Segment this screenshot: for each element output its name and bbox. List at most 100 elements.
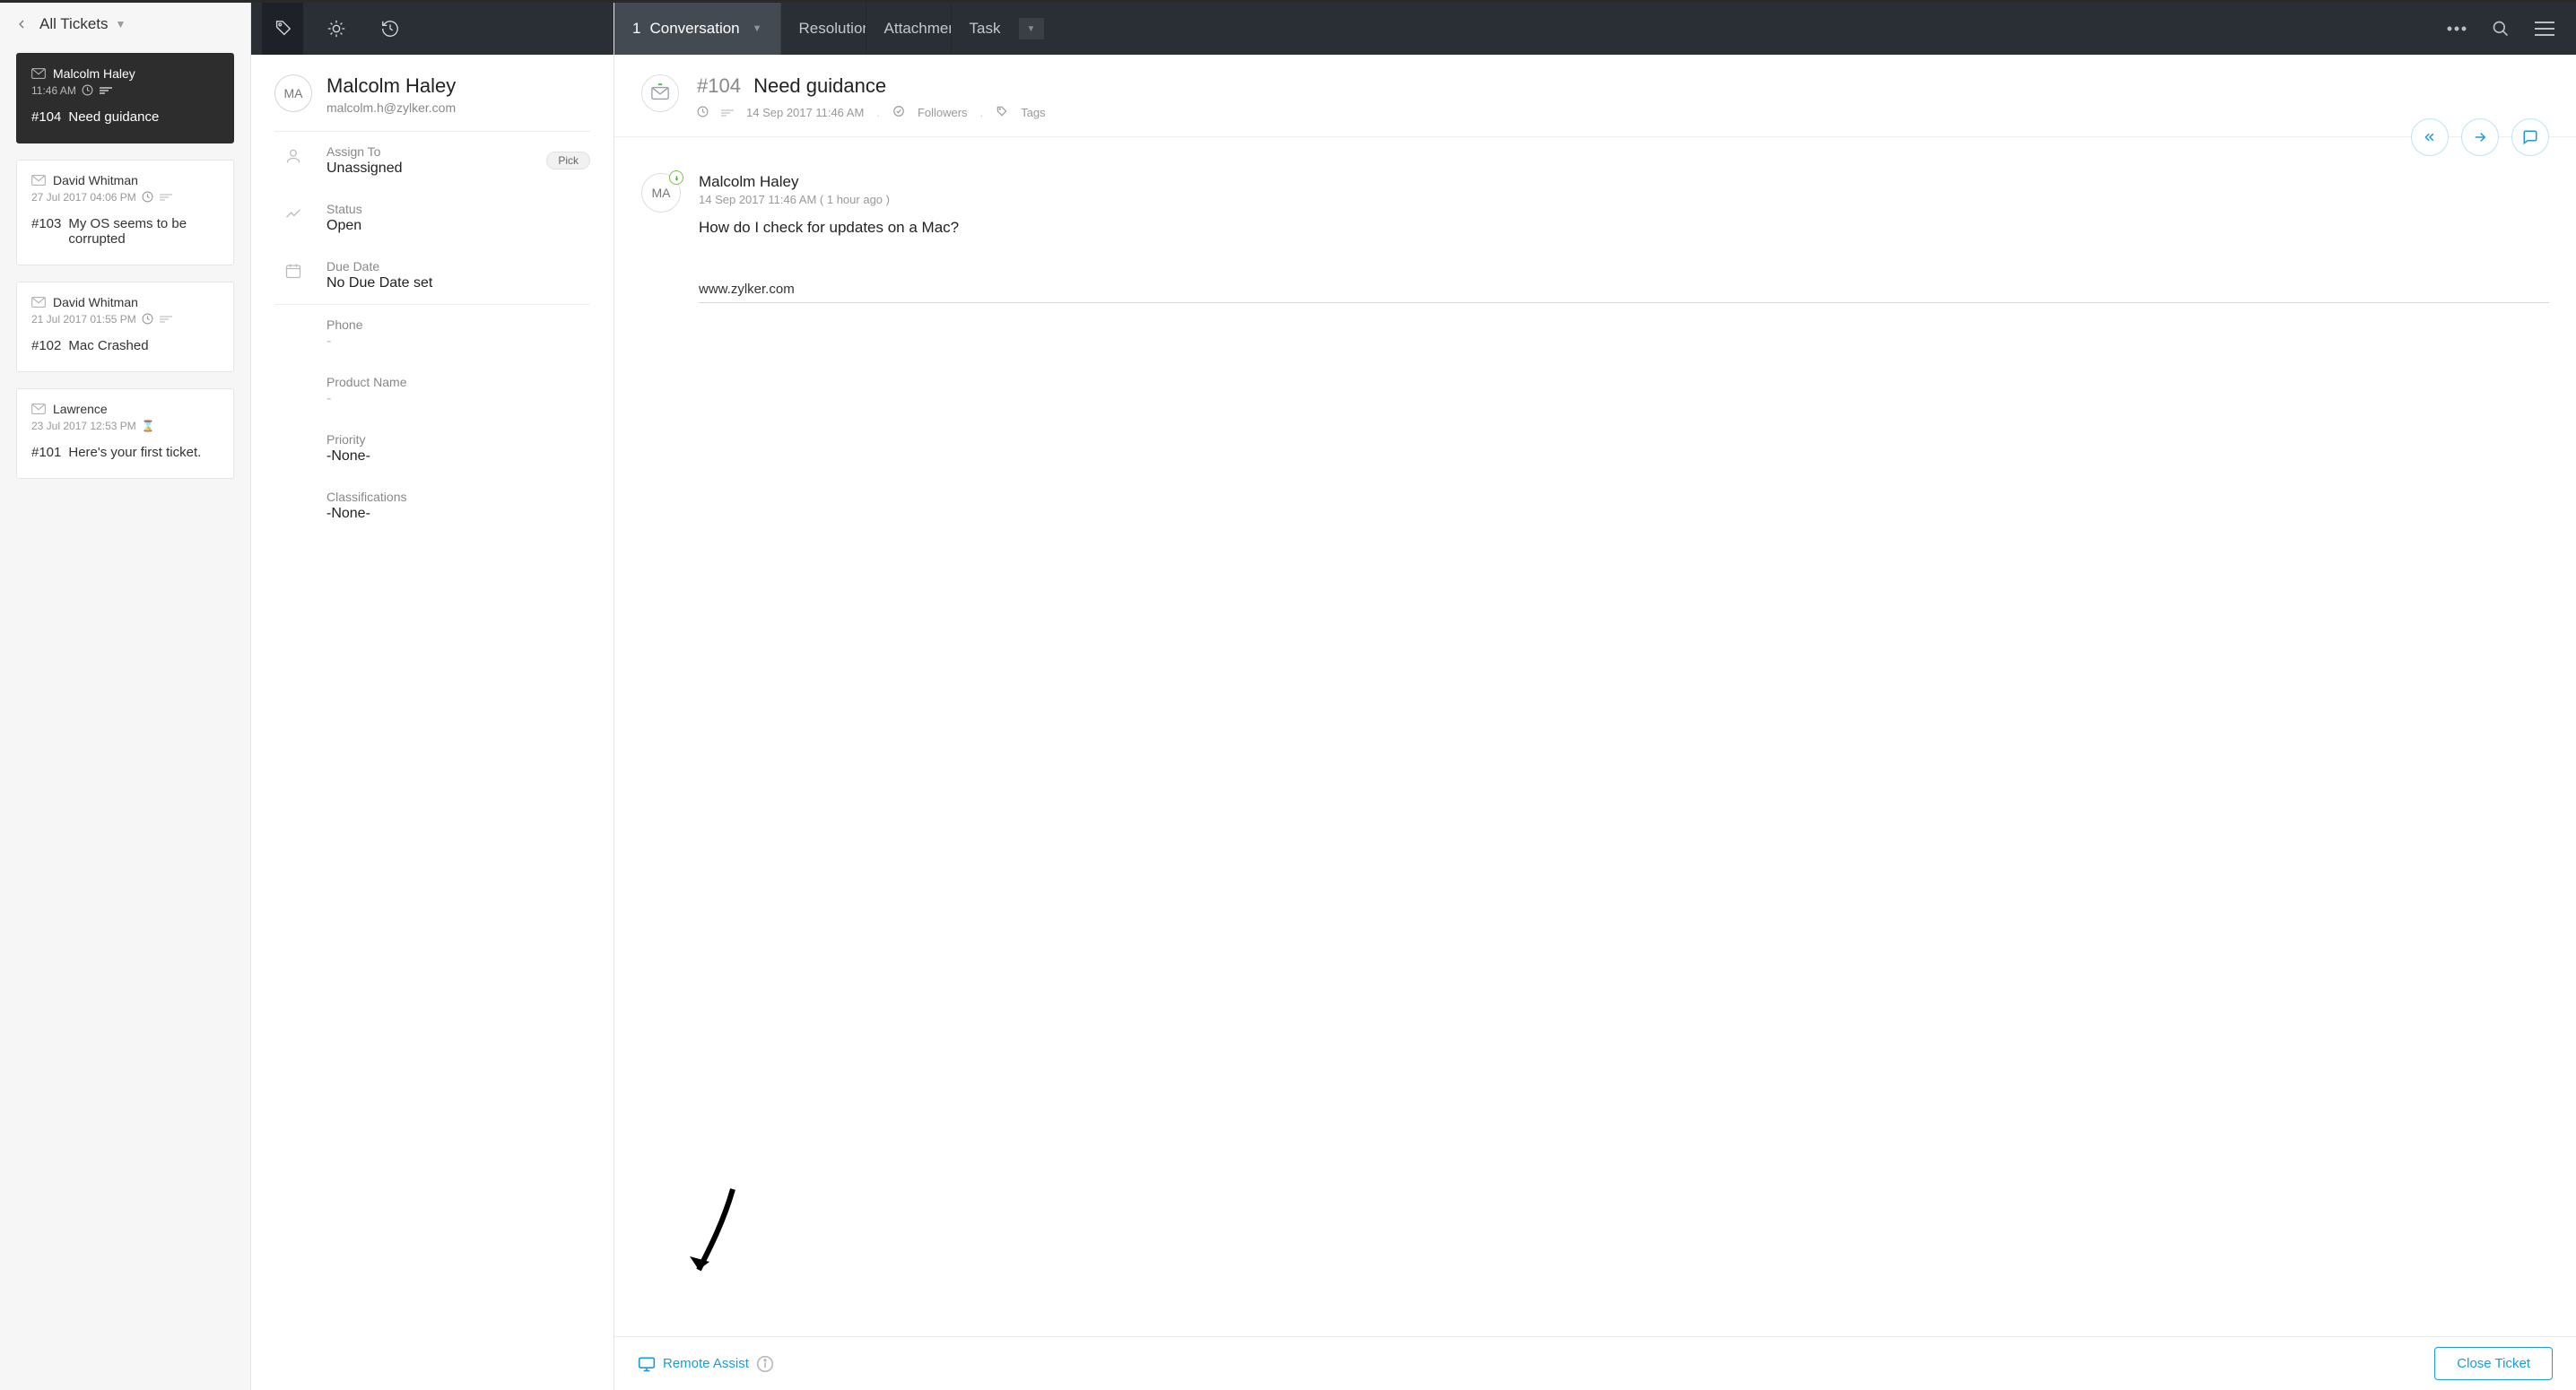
tag-icon (996, 105, 1008, 120)
tab-task[interactable]: Task (952, 3, 1019, 55)
clock-icon (82, 84, 94, 97)
contact-name: Malcolm Haley (326, 74, 456, 98)
lines-icon (100, 86, 112, 95)
assign-icon (274, 144, 312, 165)
ticket-time: 23 Jul 2017 12:53 PM (31, 420, 136, 432)
ticket-sender: Malcolm Haley (53, 66, 135, 81)
message-link[interactable]: www.zylker.com (699, 282, 2549, 303)
message-body: How do I check for updates on a Mac? (699, 219, 2549, 237)
assign-label: Assign To (326, 144, 532, 159)
comment-button[interactable] (2511, 118, 2549, 156)
tab-conversation[interactable]: 1 Conversation ▼ (614, 3, 781, 55)
ticket-sender: David Whitman (53, 173, 138, 187)
history-tab-icon[interactable] (370, 3, 411, 55)
priority-value[interactable]: -None- (326, 448, 590, 465)
tab-task-label: Task (970, 20, 1001, 38)
message: MA Malcolm Haley 14 Sep 2017 11:46 AM ( … (641, 173, 2549, 303)
ticket-number: #101 (31, 445, 61, 460)
ticket-sender: David Whitman (53, 295, 138, 309)
message-author: Malcolm Haley (699, 173, 2549, 191)
bulb-tab-icon[interactable] (316, 3, 357, 55)
ticket-time: 27 Jul 2017 04:06 PM (31, 191, 136, 204)
more-icon[interactable] (2447, 26, 2467, 31)
ticket-card[interactable]: Malcolm Haley 11:46 AM #104 Need guidanc… (16, 53, 234, 143)
status-value[interactable]: Open (326, 218, 590, 234)
back-icon[interactable] (14, 17, 30, 31)
ticket-list-title-text: All Tickets (39, 15, 109, 33)
main-tabs: 1 Conversation ▼ Resolution Attachment T… (614, 3, 2576, 55)
ticket-list-panel: All Tickets ▼ Malcolm Haley 11:46 AM #10… (0, 3, 251, 1390)
ticket-time: 21 Jul 2017 01:55 PM (31, 313, 136, 326)
tab-resolution[interactable]: Resolution (781, 3, 866, 55)
annotation-arrow (688, 1185, 742, 1288)
lines-icon (721, 109, 734, 117)
message-avatar: MA (641, 173, 681, 213)
tag-tab-icon[interactable] (262, 3, 303, 55)
lines-icon (160, 193, 172, 202)
channel-email-icon (641, 74, 679, 112)
due-value[interactable]: No Due Date set (326, 275, 590, 291)
ticket-details-panel: MA Malcolm Haley malcolm.h@zylker.com As… (251, 3, 614, 1390)
ticket-list-title[interactable]: All Tickets ▼ (39, 15, 236, 33)
ticket-subject: Need guidance (68, 109, 159, 125)
ticket-header-time: 14 Sep 2017 11:46 AM (746, 106, 864, 119)
ticket-subject: Here's your first ticket. (68, 445, 201, 460)
ticket-number: #104 (31, 109, 61, 125)
followers-icon (892, 105, 905, 120)
ticket-header-number: #104 (697, 74, 741, 97)
ticket-list: Malcolm Haley 11:46 AM #104 Need guidanc… (0, 46, 250, 486)
search-icon[interactable] (2492, 20, 2510, 38)
classifications-value[interactable]: -None- (326, 506, 590, 522)
clock-icon (142, 191, 154, 204)
pick-button[interactable]: Pick (546, 152, 590, 169)
close-ticket-button[interactable]: Close Ticket (2434, 1347, 2553, 1380)
ticket-card[interactable]: David Whitman 27 Jul 2017 04:06 PM #103 … (16, 160, 234, 265)
product-label: Product Name (326, 375, 590, 389)
ticket-sender: Lawrence (53, 402, 108, 416)
forward-button[interactable] (2461, 118, 2499, 156)
calendar-icon (274, 259, 312, 280)
classifications-label: Classifications (326, 490, 590, 504)
contact-email: malcolm.h@zylker.com (326, 100, 456, 115)
phone-value: - (326, 334, 590, 350)
ticket-header: #104 Need guidance 14 Sep 2017 11:46 AM … (614, 55, 2576, 137)
conversation-panel: 1 Conversation ▼ Resolution Attachment T… (614, 3, 2576, 1390)
ticket-time: 11:46 AM (31, 84, 76, 97)
envelope-icon (31, 404, 46, 414)
ticket-card[interactable]: Lawrence 23 Jul 2017 12:53 PM ⌛ #101 Her… (16, 388, 234, 479)
envelope-icon (31, 175, 46, 186)
reply-all-button[interactable] (2411, 118, 2449, 156)
ticket-header-title: Need guidance (753, 74, 886, 97)
clock-icon (697, 106, 709, 120)
envelope-icon (31, 297, 46, 308)
info-icon[interactable] (756, 1355, 774, 1373)
tab-resolution-label: Resolution (799, 20, 866, 38)
message-avatar-initials: MA (652, 186, 671, 200)
chevron-down-icon: ▼ (753, 23, 762, 34)
tab-more-icon[interactable]: ▼ (1019, 18, 1044, 39)
clock-icon (142, 313, 154, 326)
assign-value[interactable]: Unassigned (326, 161, 532, 177)
remote-assist-button[interactable]: Remote Assist (638, 1355, 774, 1373)
message-time: 14 Sep 2017 11:46 AM ( 1 hour ago ) (699, 193, 2549, 206)
ticket-number: #103 (31, 216, 61, 247)
status-icon (274, 202, 312, 222)
overdue-icon: ⌛ (142, 420, 155, 432)
tab-conversation-label: Conversation (649, 20, 739, 38)
ticket-number: #102 (31, 338, 61, 353)
tab-attachment-label: Attachment (884, 20, 952, 38)
ticket-subject: Mac Crashed (68, 338, 148, 353)
priority-label: Priority (326, 432, 590, 447)
envelope-icon (31, 68, 46, 79)
ticket-card[interactable]: David Whitman 21 Jul 2017 01:55 PM #102 … (16, 282, 234, 372)
chevron-down-icon: ▼ (116, 18, 126, 30)
followers-link[interactable]: Followers (918, 106, 968, 119)
due-label: Due Date (326, 259, 590, 274)
contact-avatar: MA (274, 74, 312, 112)
phone-label: Phone (326, 317, 590, 332)
tags-link[interactable]: Tags (1021, 106, 1045, 119)
menu-icon[interactable] (2535, 21, 2554, 37)
tab-attachment[interactable]: Attachment (866, 3, 952, 55)
lines-icon (160, 315, 172, 324)
mid-toolbar (251, 3, 614, 55)
